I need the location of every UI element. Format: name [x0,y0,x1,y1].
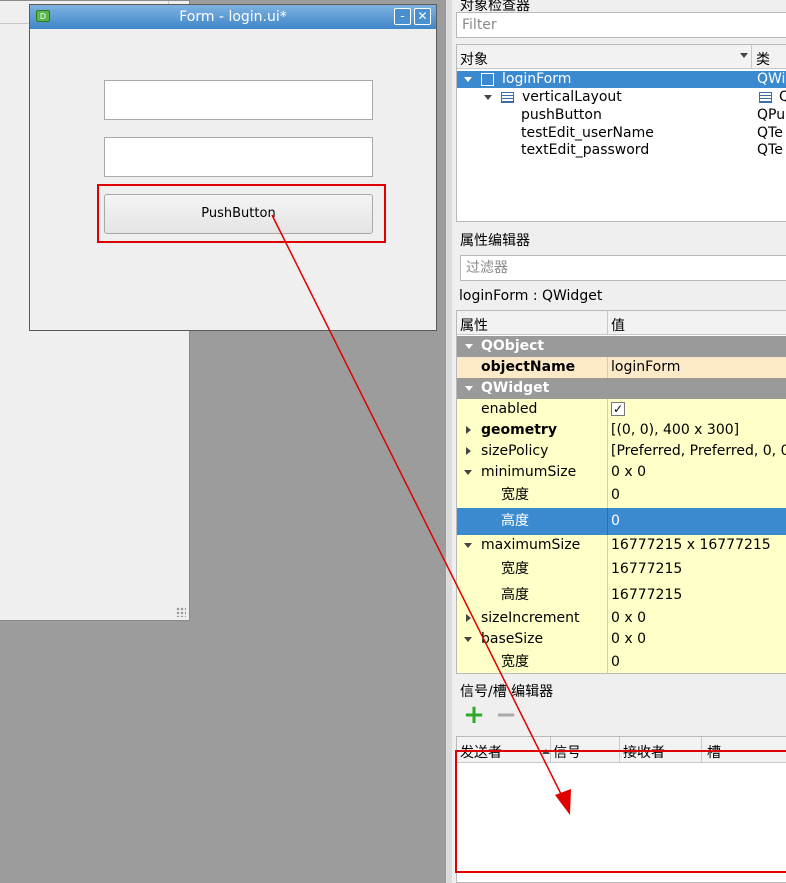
annotation-arrow [271,214,571,815]
